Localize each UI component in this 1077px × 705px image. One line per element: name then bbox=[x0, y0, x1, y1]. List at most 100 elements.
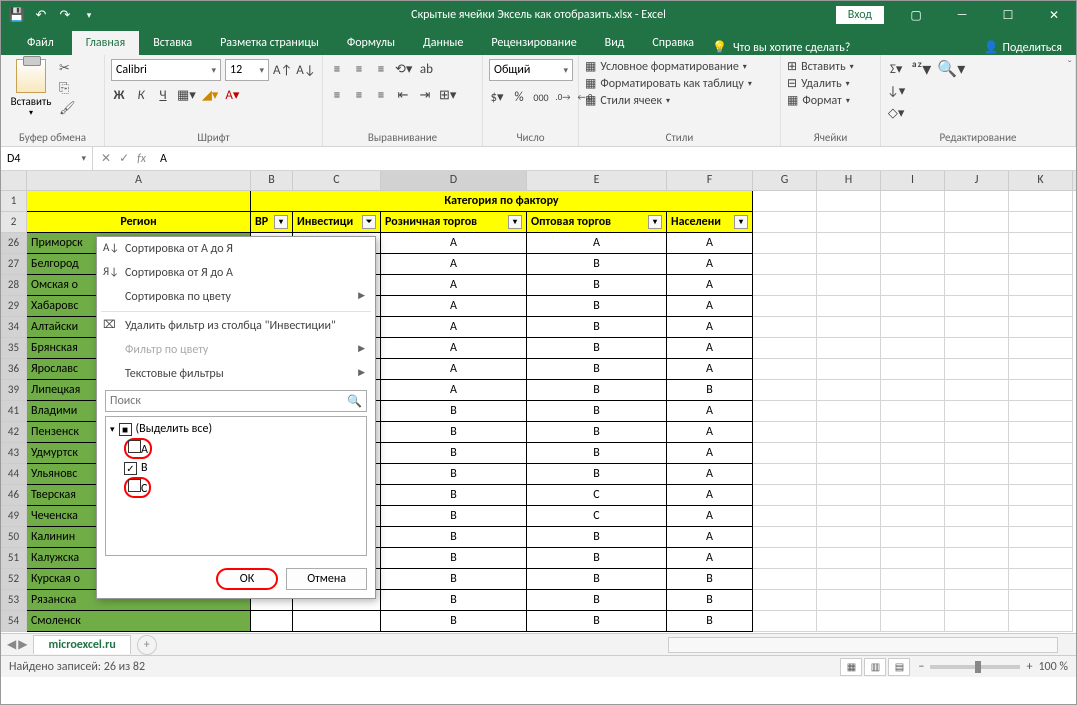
cell[interactable] bbox=[881, 506, 945, 527]
font-size-combo[interactable]: 12▾ bbox=[225, 59, 269, 81]
comma-icon[interactable]: 000 bbox=[533, 87, 549, 107]
cell[interactable] bbox=[1009, 191, 1073, 212]
cell[interactable] bbox=[817, 212, 881, 233]
cell[interactable]: A bbox=[667, 401, 753, 422]
align-right-icon[interactable]: ≡ bbox=[373, 85, 389, 105]
cell[interactable]: B bbox=[527, 590, 667, 611]
row-hdr[interactable]: 28 bbox=[1, 275, 27, 296]
inc-decimal-icon[interactable]: .0→ bbox=[555, 87, 571, 107]
format-painter-icon[interactable]: 🖌 bbox=[59, 101, 77, 117]
sort-az-item[interactable]: A↓Сортировка от А до Я bbox=[97, 237, 375, 261]
cell[interactable]: B bbox=[527, 464, 667, 485]
cell[interactable] bbox=[881, 275, 945, 296]
cancel-formula-icon[interactable]: ✕ bbox=[101, 151, 111, 166]
cell[interactable] bbox=[1009, 548, 1073, 569]
row-hdr[interactable]: 29 bbox=[1, 296, 27, 317]
cancel-button[interactable]: Отмена bbox=[286, 568, 367, 590]
cell[interactable]: B bbox=[381, 548, 527, 569]
cell[interactable] bbox=[945, 254, 1009, 275]
cell[interactable] bbox=[881, 254, 945, 275]
col-hdr[interactable]: G bbox=[753, 171, 817, 190]
cell[interactable] bbox=[1009, 506, 1073, 527]
cell[interactable] bbox=[817, 590, 881, 611]
cell[interactable] bbox=[817, 422, 881, 443]
fill-color-button[interactable]: ◢▾ bbox=[202, 85, 219, 105]
font-name-combo[interactable]: Calibri▾ bbox=[111, 59, 221, 81]
tab-formulas[interactable]: Формулы bbox=[333, 31, 409, 55]
cell[interactable] bbox=[945, 590, 1009, 611]
cell[interactable] bbox=[945, 212, 1009, 233]
zoom-level[interactable]: 100 % bbox=[1038, 660, 1068, 674]
filter-search[interactable]: 🔍 bbox=[105, 390, 367, 412]
cell[interactable] bbox=[753, 611, 817, 632]
login-button[interactable]: Вход bbox=[836, 6, 884, 24]
autosum-icon[interactable]: Σ▾ bbox=[887, 59, 905, 79]
cell[interactable] bbox=[27, 191, 251, 212]
cell[interactable]: B bbox=[527, 254, 667, 275]
cell[interactable] bbox=[817, 275, 881, 296]
shrink-font-icon[interactable]: A↓ bbox=[296, 60, 315, 80]
row-hdr[interactable]: 46 bbox=[1, 485, 27, 506]
cell[interactable] bbox=[945, 548, 1009, 569]
cell[interactable] bbox=[817, 401, 881, 422]
cell[interactable]: Смоленск bbox=[27, 611, 251, 632]
cell[interactable]: B bbox=[381, 443, 527, 464]
cell[interactable]: B bbox=[527, 422, 667, 443]
clear-icon[interactable]: ◇▾ bbox=[887, 103, 905, 123]
cell[interactable]: B bbox=[381, 464, 527, 485]
cell[interactable] bbox=[945, 317, 1009, 338]
cell[interactable] bbox=[1009, 485, 1073, 506]
cell[interactable] bbox=[753, 191, 817, 212]
cell[interactable]: A bbox=[667, 506, 753, 527]
grow-font-icon[interactable]: A↑ bbox=[273, 60, 292, 80]
cell[interactable] bbox=[945, 422, 1009, 443]
cell[interactable] bbox=[1009, 422, 1073, 443]
border-button[interactable]: ▦▾ bbox=[177, 85, 196, 105]
cell[interactable]: A bbox=[667, 464, 753, 485]
cell[interactable] bbox=[753, 506, 817, 527]
filter-search-input[interactable] bbox=[110, 394, 347, 408]
filter-header[interactable]: ВР▾ bbox=[251, 212, 293, 233]
cell[interactable] bbox=[881, 401, 945, 422]
row-hdr[interactable]: 49 bbox=[1, 506, 27, 527]
cell[interactable] bbox=[881, 548, 945, 569]
row-hdr[interactable]: 44 bbox=[1, 464, 27, 485]
tab-home[interactable]: Главная bbox=[72, 31, 139, 55]
cell[interactable] bbox=[1009, 527, 1073, 548]
cell[interactable]: B bbox=[381, 569, 527, 590]
filter-dropdown-icon[interactable]: ▾ bbox=[734, 215, 748, 229]
cell[interactable] bbox=[945, 338, 1009, 359]
cell[interactable]: B bbox=[381, 485, 527, 506]
tab-view[interactable]: Вид bbox=[591, 31, 639, 55]
filter-dropdown-icon[interactable]: ▾ bbox=[274, 215, 288, 229]
cell[interactable] bbox=[753, 590, 817, 611]
cell[interactable] bbox=[1009, 611, 1073, 632]
cell[interactable]: A bbox=[667, 317, 753, 338]
cell[interactable]: A bbox=[667, 254, 753, 275]
cell[interactable] bbox=[1009, 443, 1073, 464]
row-hdr[interactable]: 27 bbox=[1, 254, 27, 275]
col-hdr[interactable]: H bbox=[817, 171, 881, 190]
wrap-text-icon[interactable]: ab bbox=[418, 59, 434, 79]
cell[interactable] bbox=[881, 527, 945, 548]
cell[interactable] bbox=[1009, 380, 1073, 401]
col-hdr[interactable]: J bbox=[945, 171, 1009, 190]
cell[interactable] bbox=[753, 296, 817, 317]
format-table-button[interactable]: ▦Форматировать как таблицу▾ bbox=[585, 76, 774, 91]
cell[interactable] bbox=[753, 401, 817, 422]
cell[interactable] bbox=[753, 380, 817, 401]
cell[interactable]: A bbox=[667, 548, 753, 569]
enter-formula-icon[interactable]: ✓ bbox=[119, 151, 129, 166]
cell[interactable] bbox=[945, 401, 1009, 422]
cell[interactable] bbox=[817, 611, 881, 632]
cell[interactable]: B bbox=[381, 527, 527, 548]
cell[interactable] bbox=[817, 443, 881, 464]
cell[interactable]: B bbox=[527, 527, 667, 548]
filter-header[interactable]: Населени▾ bbox=[667, 212, 753, 233]
align-bottom-icon[interactable]: ≡ bbox=[373, 59, 389, 79]
cell[interactable] bbox=[881, 443, 945, 464]
filter-dropdown-icon[interactable]: ▾ bbox=[508, 215, 522, 229]
col-hdr[interactable]: I bbox=[881, 171, 945, 190]
cell[interactable] bbox=[945, 359, 1009, 380]
cell[interactable] bbox=[945, 275, 1009, 296]
